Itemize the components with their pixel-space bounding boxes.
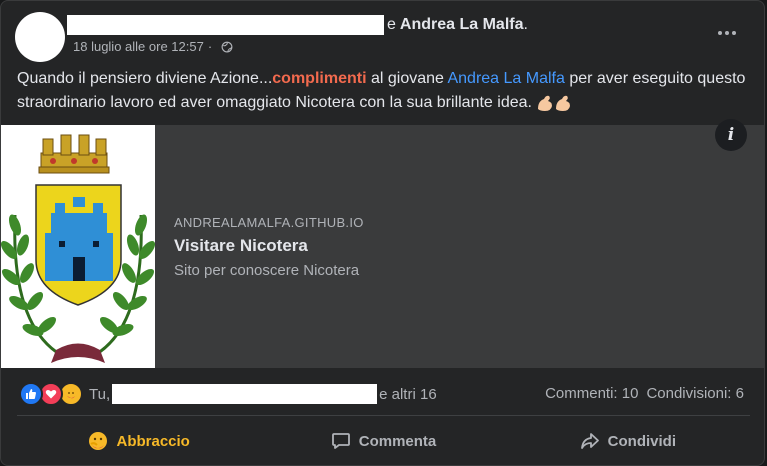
comment-label: Commenta	[358, 432, 437, 450]
post-highlight: complimenti	[272, 70, 367, 87]
author-name[interactable]: Andrea La Malfa	[400, 16, 524, 34]
header-conjunction: e	[387, 16, 396, 33]
share-label: Condividi	[607, 432, 676, 450]
shares-count[interactable]: Condivisioni: 6	[646, 385, 744, 402]
avatar[interactable]	[15, 12, 65, 62]
flexed-biceps-emoji	[538, 95, 571, 111]
info-button[interactable]: i	[715, 119, 747, 151]
engagement-counts: Commenti: 10 Condivisioni: 6	[545, 385, 744, 402]
more-horizontal-icon	[718, 31, 722, 35]
comment-button[interactable]: Commenta	[261, 419, 505, 463]
post-text: Quando il pensiero diviene Azione...comp…	[17, 67, 757, 115]
meta-separator: ·	[207, 39, 213, 54]
info-icon: i	[727, 125, 735, 145]
care-emoji-icon	[89, 432, 108, 450]
redacted-reactors	[112, 384, 378, 404]
post-meta: 18 luglio alle ore 12:57 ·	[73, 39, 233, 54]
link-domain: ANDREALAMALFA.GITHUB.IO	[174, 215, 364, 230]
react-button[interactable]: Abbraccio	[17, 419, 261, 463]
redacted-name	[67, 15, 384, 35]
reactors-text[interactable]: Tu, e altri 16	[89, 384, 437, 404]
divider	[17, 415, 750, 416]
post-header: e Andrea La Malfa .	[67, 14, 528, 36]
link-preview[interactable]: ANDREALAMALFA.GITHUB.IO Visitare Nicoter…	[1, 125, 764, 368]
timestamp[interactable]: 18 luglio alle ore 12:57	[73, 39, 204, 54]
post-card: e Andrea La Malfa . 18 luglio alle ore 1…	[0, 0, 765, 466]
share-icon	[580, 433, 599, 449]
mention-link[interactable]: Andrea La Malfa	[447, 70, 564, 87]
more-options-button[interactable]	[713, 23, 741, 43]
link-title: Visitare Nicotera	[174, 236, 308, 255]
header-period: .	[523, 16, 528, 33]
reactions-summary[interactable]: Tu, e altri 16	[19, 381, 437, 407]
share-button[interactable]: Condividi	[506, 419, 750, 463]
globe-icon[interactable]	[221, 41, 233, 53]
react-label: Abbraccio	[116, 432, 190, 450]
action-bar: Abbraccio Commenta Condividi	[17, 419, 750, 463]
link-description: Sito per conoscere Nicotera	[174, 262, 360, 279]
reactors-suffix: e altri 16	[379, 385, 437, 403]
coat-of-arms-image	[1, 125, 155, 368]
reactors-prefix: Tu,	[89, 385, 111, 403]
like-icon	[19, 382, 43, 406]
comments-count[interactable]: Commenti: 10	[545, 385, 638, 402]
comment-icon	[331, 433, 350, 449]
post-text-start: Quando il pensiero diviene Azione...	[17, 70, 273, 87]
post-text-mid: al giovane	[366, 70, 448, 87]
